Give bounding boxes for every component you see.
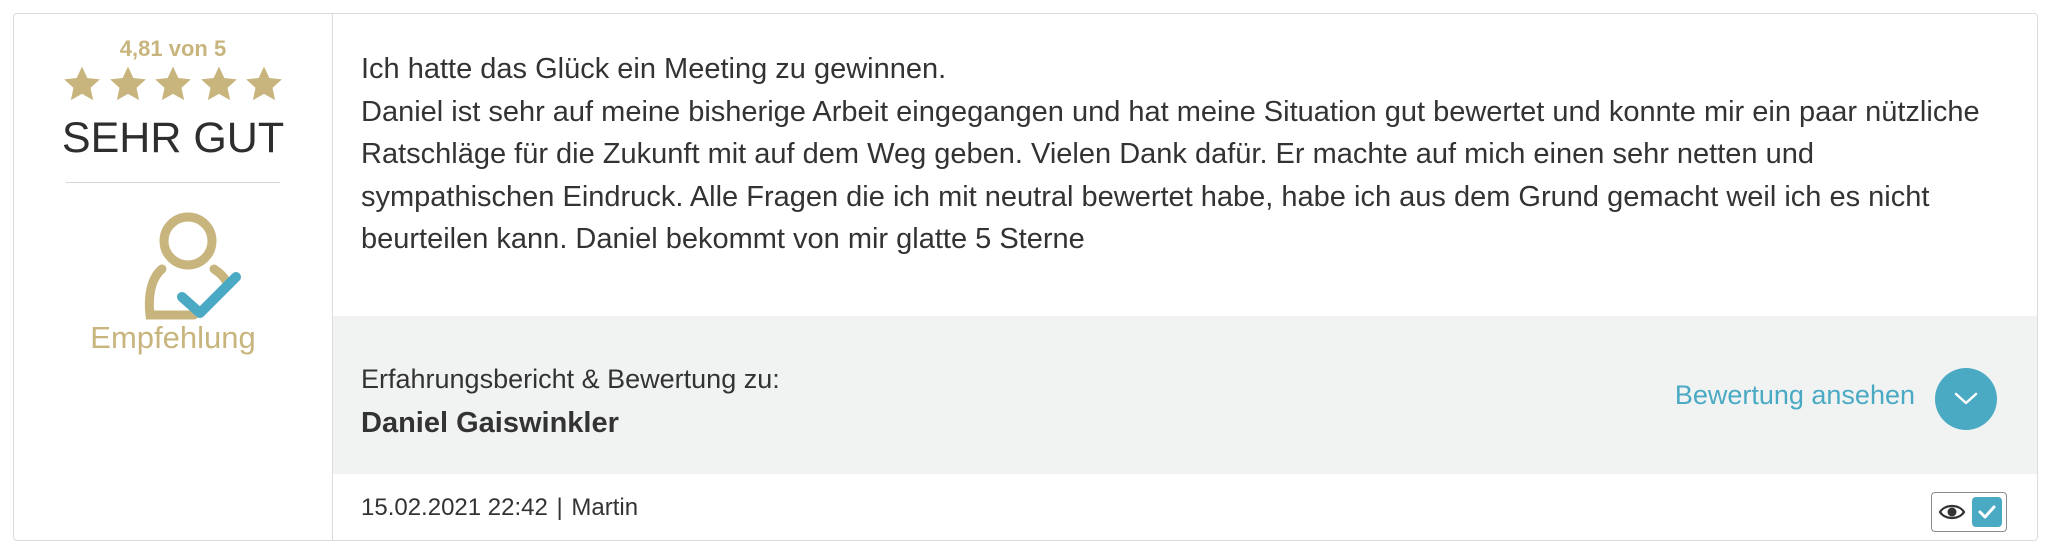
subject-label: Erfahrungsbericht & Bewertung zu: [361,364,780,394]
user-check-icon [144,212,241,320]
subject-name: Daniel Gaiswinkler [361,407,619,439]
star-icon [109,66,146,101]
verified-check [1972,497,2002,527]
rating-grade: SEHR GUT [61,114,285,162]
review-line: Ich hatte das Glück ein Meeting zu gewin… [361,53,947,85]
rating-score: 4,81 von 5 [119,36,227,61]
recommendation-label: Empfehlung [90,320,256,355]
star-rating [62,64,284,104]
meta-separator: | [556,494,563,521]
review-meta: 15.02.2021 22:42 | Martin [361,494,638,522]
checkmark-icon [1978,505,1996,519]
divider [66,182,280,183]
star-icon [155,66,191,101]
star-icon [246,66,282,101]
review-author: Martin [571,494,639,521]
verification-badge[interactable] [1931,492,2007,532]
review-subject-panel: Erfahrungsbericht & Bewertung zu: Daniel… [333,316,2037,474]
view-rating-link[interactable]: Bewertung ansehen [1675,380,1915,411]
review-content: Ich hatte das Glück ein Meeting zu gewin… [333,14,2037,540]
eye-icon [1938,504,1966,520]
review-text: Ich hatte das Glück ein Meeting zu gewin… [361,48,2001,261]
rating-panel: 4,81 von 5 SEHR GUT Empfehlung [14,14,333,540]
review-date: 15.02.2021 22:42 [361,494,548,521]
expand-button[interactable] [1935,368,1997,430]
review-line: Daniel ist sehr auf meine bisherige Arbe… [361,95,1980,256]
review-card: 4,81 von 5 SEHR GUT Empfehlung Ich hatte… [13,13,2038,541]
star-icon [64,66,100,101]
chevron-down-icon [1954,392,1978,405]
star-icon [200,66,237,101]
